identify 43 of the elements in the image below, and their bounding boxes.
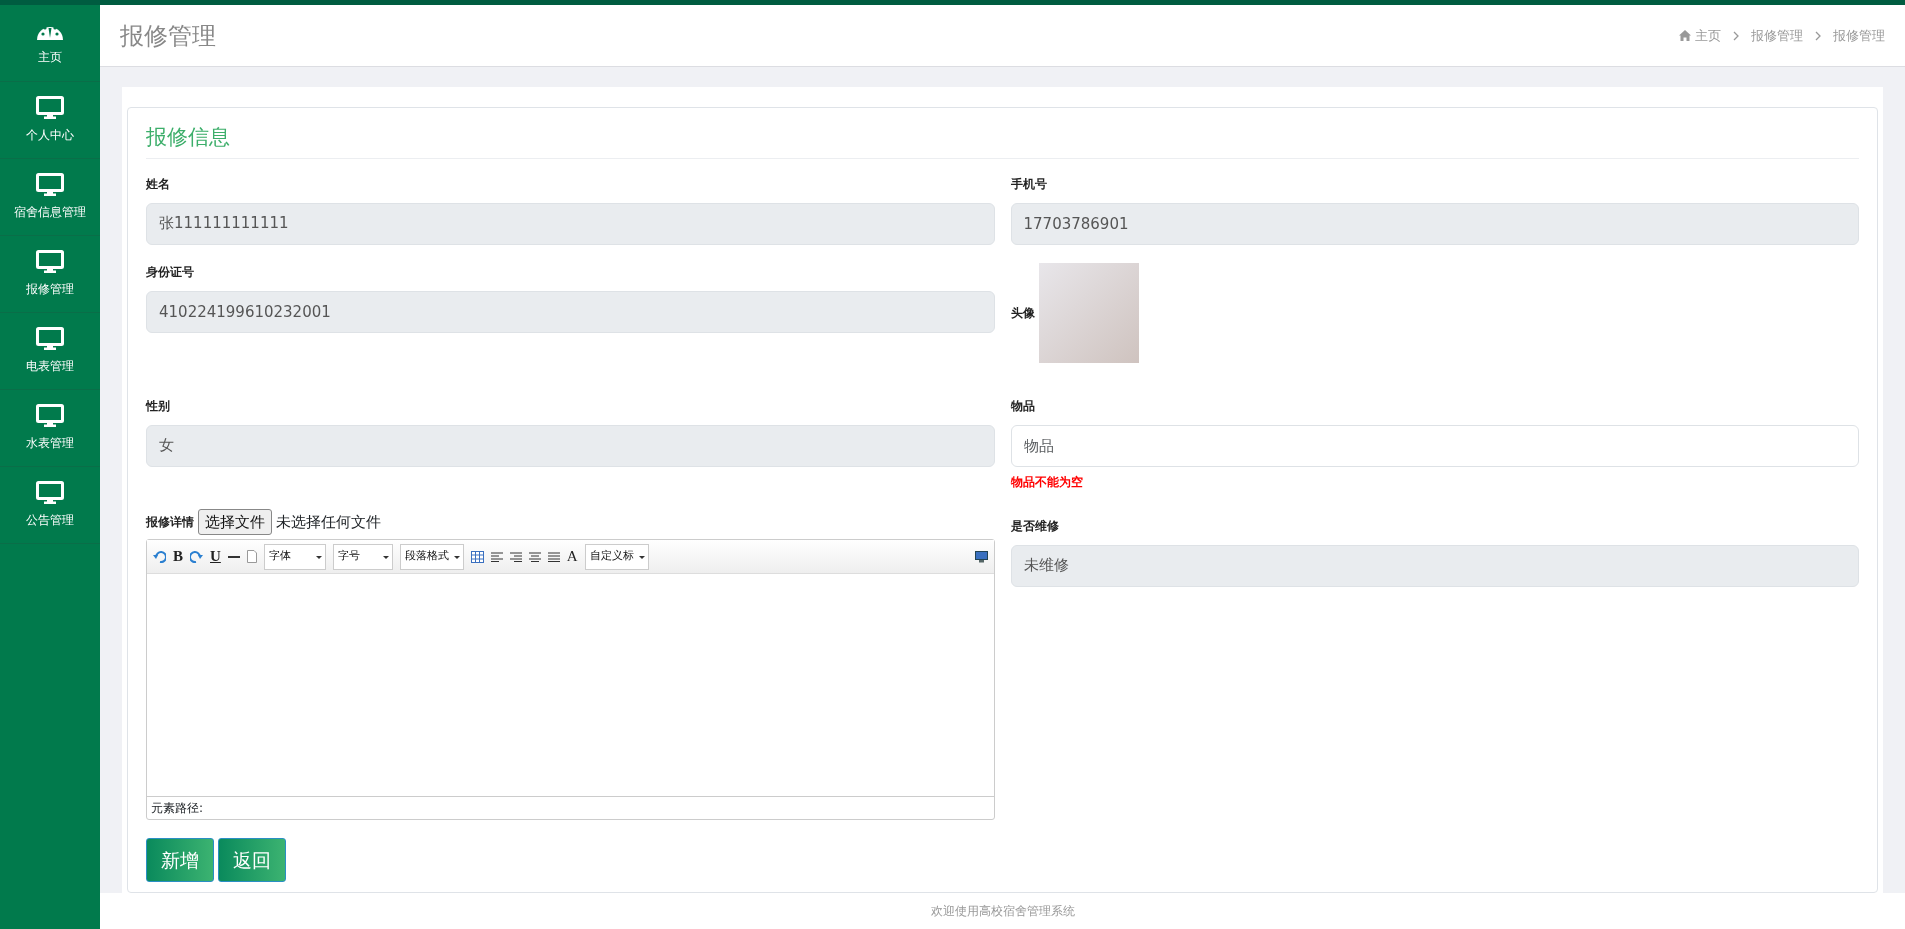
form-title: 报修信息 <box>146 122 1859 159</box>
editor-status: 元素路径: <box>147 796 994 819</box>
align-left-icon[interactable] <box>490 551 503 562</box>
page-title: 报修管理 <box>120 20 216 52</box>
toolbar-dropdown[interactable]: 字号 <box>332 543 393 570</box>
input-field[interactable]: 物品 <box>1010 424 1859 467</box>
footer-text: 欢迎使用高校宿舍管理系统 <box>930 903 1075 920</box>
toolbar-dropdown[interactable]: 自定义标 <box>584 543 649 570</box>
field-label: 手机号 <box>1010 175 1048 193</box>
align-center-icon[interactable] <box>528 551 541 562</box>
monitor-icon[interactable] <box>974 550 988 563</box>
field-label: 姓名 <box>146 175 171 193</box>
page-icon[interactable] <box>246 550 257 563</box>
monitor-icon <box>36 327 64 351</box>
field-label: 性别 <box>146 397 171 415</box>
monitor-icon <box>36 481 64 505</box>
choose-file-button[interactable]: 选择文件 <box>198 508 272 535</box>
monitor-icon <box>36 404 64 428</box>
bold-button[interactable]: B <box>173 545 183 568</box>
error-message: 物品不能为空 <box>1010 473 1084 491</box>
form-button[interactable]: 返回 <box>218 838 286 882</box>
chevron-icon <box>1815 30 1821 41</box>
file-status: 未选择任何文件 <box>276 511 381 533</box>
toolbar-dropdown[interactable]: 段落格式 <box>399 543 464 570</box>
justify-icon[interactable] <box>547 551 560 562</box>
redo-icon[interactable] <box>190 550 203 563</box>
chevron-icon <box>1733 30 1739 41</box>
undo-icon[interactable] <box>153 550 166 563</box>
monitor-icon <box>36 250 64 274</box>
toolbar-dropdown[interactable]: 字体 <box>263 543 326 570</box>
field-label: 物品 <box>1010 397 1036 415</box>
field-label: 头像 <box>1010 304 1035 322</box>
table-icon[interactable] <box>470 550 484 563</box>
underline-button[interactable]: U <box>210 545 221 568</box>
field-label: 报修详情 <box>146 513 194 531</box>
home-icon <box>1679 30 1691 41</box>
font-color-button[interactable]: A <box>566 545 578 568</box>
align-right-icon[interactable] <box>509 551 522 562</box>
form-button[interactable]: 新增 <box>146 838 214 882</box>
monitor-icon <box>36 173 64 197</box>
field-label: 是否维修 <box>1010 517 1060 535</box>
monitor-icon <box>36 96 64 120</box>
field-label: 身份证号 <box>146 263 195 281</box>
